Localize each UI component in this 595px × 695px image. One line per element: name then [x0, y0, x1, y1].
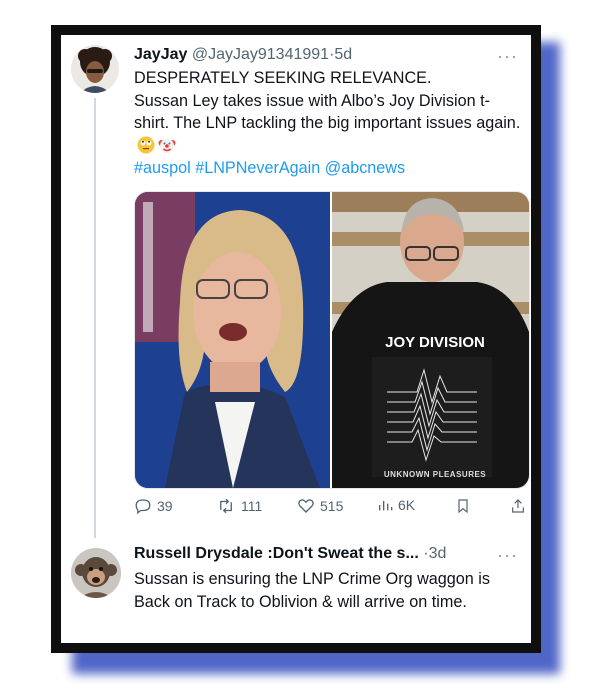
tweet-body: DESPERATELY SEEKING RELEVANCE. Sussan Le… — [134, 67, 524, 180]
reply-time[interactable]: 3d — [429, 545, 447, 562]
reply-count: 39 — [157, 498, 173, 514]
reply-body: Sussan is ensuring the LNP Crime Org wag… — [134, 570, 490, 611]
tweet-thread: JayJay @JayJay91341991·5d ··· DESPERATEL… — [61, 35, 531, 643]
tweet-header: JayJay @JayJay91341991·5d ··· — [134, 46, 524, 68]
shirt-subtext: UNKNOWN PLEASURES — [383, 470, 487, 479]
views-button[interactable]: 6K — [377, 497, 415, 513]
share-button[interactable] — [510, 497, 526, 515]
reply-author-avatar[interactable] — [71, 548, 121, 598]
author-avatar[interactable] — [71, 45, 119, 93]
retweet-icon — [220, 498, 232, 514]
author-name[interactable]: JayJay — [134, 46, 187, 63]
reply-header: Russell Drysdale :Don't Sweat the s... ·… — [134, 545, 524, 567]
rolling-eyes-emoji-icon — [137, 136, 155, 154]
clown-emoji-icon — [158, 136, 176, 154]
tweet-time[interactable]: 5d — [334, 46, 352, 63]
photo-sussan-ley[interactable] — [135, 192, 330, 488]
thread-line — [94, 98, 96, 538]
photo-albanese[interactable]: JOY DIVISION UNKNOWN PLEASURES — [332, 192, 529, 488]
shirt-text: JOY DIVISION — [385, 334, 485, 351]
views-icon — [379, 501, 393, 511]
retweet-button[interactable]: 111 — [216, 497, 262, 515]
views-count: 6K — [398, 497, 416, 513]
tweet-line-1: DESPERATELY SEEKING RELEVANCE. — [134, 69, 432, 87]
tweet-actions: 39 111 515 6K — [134, 497, 526, 521]
like-button[interactable]: 515 — [297, 497, 343, 515]
tweet-hashtags[interactable]: #auspol #LNPNeverAgain @abcnews — [134, 157, 524, 180]
reply-icon — [135, 499, 151, 515]
tweet-media[interactable]: JOY DIVISION UNKNOWN PLEASURES — [134, 191, 530, 489]
reply-more-icon[interactable]: ··· — [497, 545, 518, 566]
reply-button[interactable]: 39 — [134, 497, 173, 515]
like-count: 515 — [320, 498, 344, 514]
bookmark-icon — [458, 499, 468, 514]
bookmark-button[interactable] — [455, 497, 471, 515]
more-icon[interactable]: ··· — [497, 46, 518, 67]
retweet-count: 111 — [241, 498, 263, 514]
share-icon — [512, 499, 524, 513]
like-icon — [298, 499, 314, 513]
author-handle[interactable]: @JayJay91341991 — [192, 46, 329, 63]
tweet-line-2: Sussan Ley takes issue with Albo’s Joy D… — [134, 91, 521, 133]
reply-author-name[interactable]: Russell Drysdale :Don't Sweat the s... — [134, 545, 419, 562]
